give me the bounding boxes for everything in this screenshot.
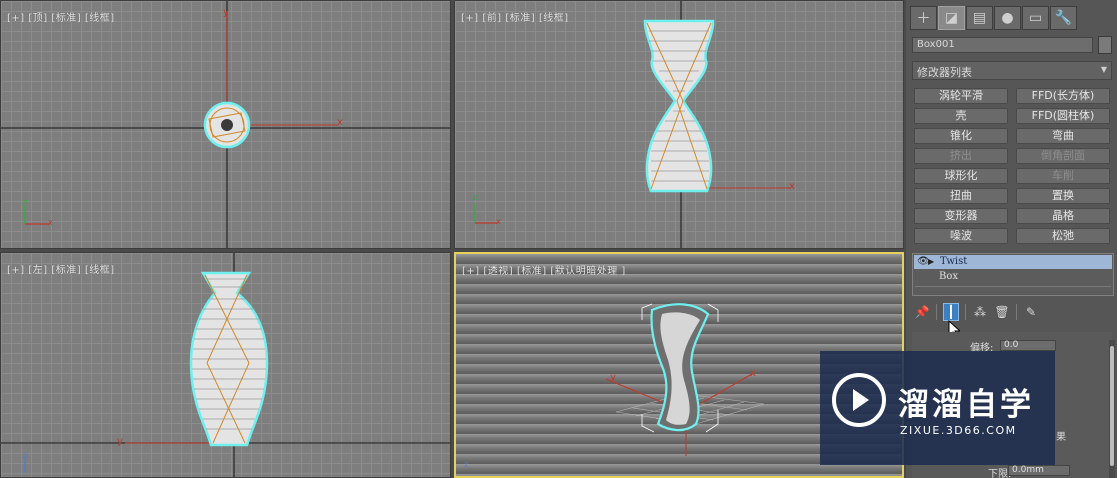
stack-item-label: Box — [939, 271, 959, 282]
modifier-button-bevel-profile[interactable]: 倒角剖面 — [1016, 148, 1110, 164]
modifier-list-label: 修改器列表 — [917, 66, 972, 79]
corner-axis-x: x — [48, 218, 53, 227]
watermark-title: 溜溜自学 — [898, 387, 1034, 423]
watermark-overlay: 溜溜自学 ZIXUE.3D66.COM — [820, 351, 1055, 465]
pin-stack-icon[interactable]: 📌 — [914, 303, 930, 321]
viewport-left[interactable]: [+] [左] [标准] [线框] y z — [0, 252, 451, 478]
modifier-button-ffd-cyl[interactable]: FFD(圆柱体) — [1016, 108, 1110, 124]
create-tab[interactable]: ＋ — [910, 6, 937, 30]
panel-scrollbar[interactable] — [1109, 340, 1115, 478]
modifier-button-grid: 涡轮平滑 FFD(长方体) 壳 FFD(圆柱体) 锥化 弯曲 挤出 倒角剖面 球… — [914, 88, 1112, 244]
persp-corner-axis-z: z — [464, 460, 469, 469]
viewport-front[interactable]: [+] [前] [标准] [线框] x z x — [454, 0, 904, 249]
modifier-button-bend[interactable]: 弯曲 — [1016, 128, 1110, 144]
modifier-button-displace[interactable]: 置换 — [1016, 188, 1110, 204]
toolbar-separator — [936, 304, 937, 320]
corner-axis-y: y — [23, 197, 28, 206]
toolbar-separator — [1016, 304, 1017, 320]
stack-toolbar: 📌 ┃ ⁂ 🗑 ✎ — [914, 302, 1054, 322]
modifier-button-spherify[interactable]: 球形化 — [914, 168, 1008, 184]
persp-axis-label-y: y — [610, 372, 616, 383]
stack-item-box[interactable]: Box — [913, 270, 1113, 284]
viewport-perspective-label[interactable]: [+] [透视] [标准] [默认明暗处理 ] — [462, 262, 626, 277]
toolbar-separator — [965, 304, 966, 320]
configure-sets-icon[interactable]: ✎ — [1023, 303, 1039, 321]
modifier-button-relax[interactable]: 松弛 — [1016, 228, 1110, 244]
front-corner-axis-x: x — [496, 217, 501, 226]
utilities-tab[interactable]: 🔧 — [1050, 6, 1077, 30]
modifier-button-noise[interactable]: 噪波 — [914, 228, 1008, 244]
effect-label-partial: 果 — [1056, 432, 1066, 443]
front-corner-axis-z: z — [473, 193, 478, 202]
remove-modifier-icon[interactable]: 🗑 — [994, 303, 1010, 321]
modifier-button-lattice[interactable]: 晶格 — [1016, 208, 1110, 224]
modifier-list-dropdown[interactable]: 修改器列表 ▼ — [912, 61, 1112, 80]
left-axis-label-y: y — [117, 436, 123, 447]
viewport-left-label[interactable]: [+] [左] [标准] [线框] — [7, 261, 115, 276]
command-panel-tabs: ＋ ◪ ▤ ● ▭ 🔧 — [910, 6, 1080, 32]
lower-limit-spinner[interactable]: 0.0mm — [1008, 465, 1070, 476]
front-view-scene — [474, 1, 791, 248]
viewport-top[interactable]: [+] [顶] [标准] [线框] y x y x — [0, 0, 451, 249]
motion-tab[interactable]: ● — [994, 6, 1021, 30]
dropdown-arrow-icon: ▼ — [1100, 65, 1107, 74]
modifier-button-morpher[interactable]: 变形器 — [914, 208, 1008, 224]
modifier-button-twist[interactable]: 扭曲 — [914, 188, 1008, 204]
viewport-top-label[interactable]: [+] [顶] [标准] [线框] — [7, 9, 115, 24]
modifier-button-shell[interactable]: 壳 — [914, 108, 1008, 124]
play-logo-icon — [832, 373, 886, 427]
bias-spinner[interactable]: 0.0 — [1000, 340, 1056, 351]
modifier-stack: 👁 ▶ Twist Box — [912, 253, 1114, 296]
expand-triangle-icon[interactable]: ▶ — [928, 255, 934, 269]
show-end-result-icon[interactable]: ┃ — [943, 303, 959, 321]
panel-scrollbar-thumb[interactable] — [1110, 346, 1114, 466]
modifier-button-turbosmooth[interactable]: 涡轮平滑 — [914, 88, 1008, 104]
object-name-field[interactable]: Box001 — [912, 37, 1093, 53]
display-tab[interactable]: ▭ — [1022, 6, 1049, 30]
left-view-scene — [1, 253, 450, 477]
modifier-button-extrude[interactable]: 挤出 — [914, 148, 1008, 164]
modifier-button-taper[interactable]: 锥化 — [914, 128, 1008, 144]
viewport-front-label[interactable]: [+] [前] [标准] [线框] — [461, 9, 569, 24]
top-view-scene — [1, 1, 450, 248]
persp-axis-label-x: x — [750, 368, 756, 379]
modifier-button-lathe[interactable]: 车削 — [1016, 168, 1110, 184]
modify-tab[interactable]: ◪ — [938, 6, 965, 30]
watermark-subtitle: ZIXUE.3D66.COM — [900, 424, 1017, 437]
hierarchy-tab[interactable]: ▤ — [966, 6, 993, 30]
object-color-swatch[interactable] — [1098, 36, 1112, 54]
3dsmax-workspace: [+] [顶] [标准] [线框] y x y x [+] [前] [标准] [… — [0, 0, 1117, 478]
make-unique-icon[interactable]: ⁂ — [972, 303, 988, 321]
stack-item-twist[interactable]: 👁 ▶ Twist — [914, 255, 1112, 269]
stack-item-label: Twist — [940, 256, 968, 267]
axis-label-x: x — [337, 117, 343, 128]
modifier-button-ffd-box[interactable]: FFD(长方体) — [1016, 88, 1110, 104]
left-corner-axis-z: z — [23, 451, 28, 460]
stack-divider — [915, 286, 1111, 287]
front-axis-label-x: x — [789, 181, 795, 192]
axis-label-y: y — [223, 7, 229, 18]
